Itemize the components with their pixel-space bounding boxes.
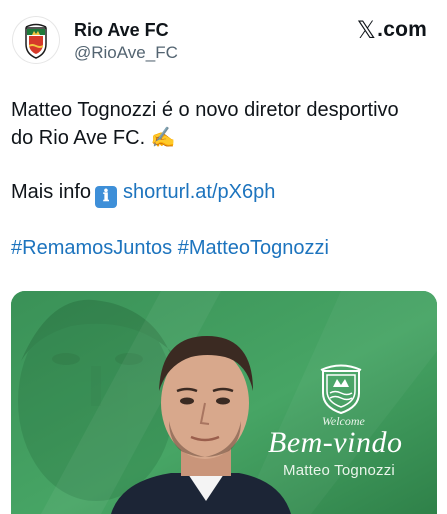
more-info-label: Mais info	[11, 181, 92, 203]
tweet-line-2: do Rio Ave FC. ✍️	[11, 127, 176, 149]
welcome-graphic	[11, 291, 437, 514]
short-link[interactable]: shorturl.at/pX6ph	[123, 181, 275, 203]
hashtags-line: #RemamosJuntos #MatteoTognozzi	[11, 234, 436, 262]
tweet-media-image[interactable]	[11, 291, 437, 514]
source-label: .com	[377, 18, 427, 41]
hashtag-matteotognozzi[interactable]: #MatteoTognozzi	[178, 237, 329, 259]
account-name[interactable]: Rio Ave FC	[74, 19, 169, 41]
bem-vindo-headline: Bem-vindo	[268, 426, 403, 459]
more-info-line: Mais info ℹ shorturl.at/pX6ph	[11, 178, 436, 208]
info-icon: ℹ	[95, 186, 118, 208]
account-handle[interactable]: @RioAve_FC	[74, 42, 178, 64]
hashtag-remamosjuntos[interactable]: #RemamosJuntos	[11, 237, 172, 259]
x-com-source-link[interactable]: 𝕏 .com	[357, 18, 427, 42]
rio-ave-crest-icon	[25, 23, 47, 59]
player-name: Matteo Tognozzi	[283, 462, 395, 479]
tweet-line-1: Matteo Tognozzi é o novo diretor desport…	[11, 99, 399, 121]
account-avatar[interactable]	[12, 16, 60, 64]
x-logo-icon: 𝕏	[356, 16, 377, 44]
tweet-header: Rio Ave FC @RioAve_FC 𝕏 .com	[0, 0, 447, 80]
tweet-text: Matteo Tognozzi é o novo diretor desport…	[11, 96, 436, 262]
